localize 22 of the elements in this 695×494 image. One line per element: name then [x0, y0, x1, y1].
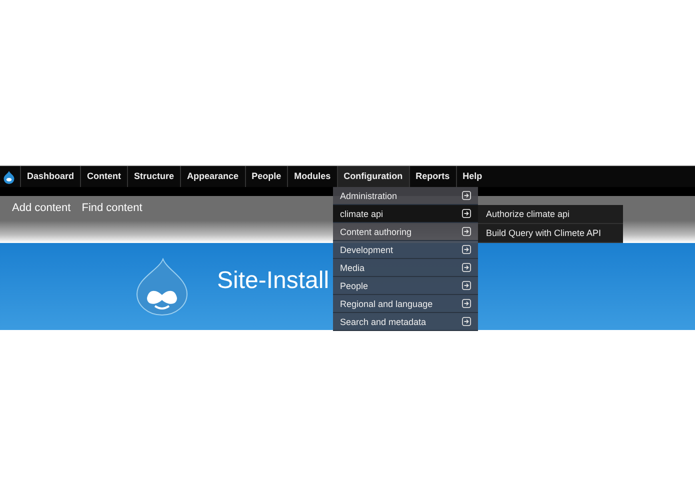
arrow-box-icon [462, 263, 471, 272]
arrow-box-icon [462, 317, 471, 326]
arrow-box-icon [462, 245, 471, 254]
arrow-box-icon [462, 191, 471, 200]
drop-logo-icon [135, 258, 189, 316]
arrow-box-icon [462, 209, 471, 218]
shortcut-link[interactable]: Add content [12, 202, 71, 214]
toolbar-menu-item[interactable]: Configuration [336, 166, 409, 187]
dropdown-menu-item[interactable]: Search and metadata [333, 313, 478, 331]
arrow-box-icon [462, 281, 471, 290]
site-name: Site-Install [217, 266, 330, 294]
dropdown-menu-item[interactable]: Content authoring [333, 223, 478, 241]
dropdown-menu-item[interactable]: Administration [333, 187, 478, 205]
shortcut-link[interactable]: Find content [82, 202, 142, 214]
arrow-box-icon [462, 299, 471, 308]
arrow-box-icon [462, 227, 471, 236]
dropdown-menu-item[interactable]: Media [333, 259, 478, 277]
dropdown-menu-item[interactable]: Development [333, 241, 478, 259]
dropdown-menu-item[interactable]: People [333, 277, 478, 295]
dropdown-menu-item[interactable]: climate api [333, 205, 478, 223]
dropdown-menu-item[interactable]: Regional and language [333, 295, 478, 313]
drop-logo-icon[interactable] [2, 170, 16, 184]
